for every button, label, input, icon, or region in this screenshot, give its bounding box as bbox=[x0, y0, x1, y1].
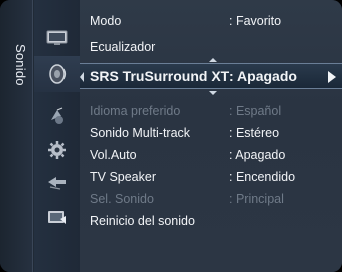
menu-item-label: Sonido Multi-track bbox=[90, 126, 191, 140]
menu-icon-column bbox=[34, 0, 80, 272]
menu-item-value: : Encendido bbox=[229, 170, 296, 184]
menu-item-label: Vol.Auto bbox=[90, 148, 137, 162]
menu-item-reinicio-del-sonido[interactable]: Reinicio del sonido bbox=[80, 210, 342, 232]
category-label: Sonido bbox=[13, 44, 28, 86]
menu-item-label: Idioma preferido bbox=[90, 104, 181, 118]
input-menu-button[interactable] bbox=[34, 164, 80, 200]
picture-menu-button[interactable] bbox=[34, 20, 80, 56]
menu-item-modo[interactable]: Modo : Favorito bbox=[80, 10, 342, 32]
scroll-down-icon bbox=[209, 91, 217, 95]
menu-item-value: : Estéreo bbox=[229, 126, 280, 140]
menu-item-sonido-multitrack[interactable]: Sonido Multi-track : Estéreo bbox=[80, 122, 342, 144]
channel-icon bbox=[47, 106, 67, 126]
osd-menu-window: Sonido Modo: Favorito Ecualizador SRS T… bbox=[0, 0, 342, 272]
menu-item-label: Ecualizador bbox=[90, 40, 156, 54]
menu-item-tv-speaker[interactable]: TV Speaker : Encendido bbox=[80, 166, 342, 188]
application-menu-button[interactable] bbox=[34, 200, 80, 236]
scroll-up-icon bbox=[209, 58, 217, 62]
menu-item-label: TV Speaker bbox=[90, 170, 157, 184]
menu-item-value: : Español bbox=[229, 104, 282, 118]
menu-item-value: : Apagado bbox=[229, 148, 286, 162]
arrow-right-icon[interactable] bbox=[328, 71, 336, 83]
menu-item-sel-sonido: Sel. Sonido : Principal bbox=[80, 188, 342, 210]
selection-left-icon bbox=[80, 72, 84, 82]
picture-icon bbox=[46, 30, 68, 46]
menu-item-value: : Favorito bbox=[229, 14, 282, 28]
menu-item-value: : Apagado bbox=[229, 68, 297, 84]
sound-icon bbox=[46, 63, 68, 85]
menu-item-vol-auto[interactable]: Vol.Auto : Apagado bbox=[80, 144, 342, 166]
menu-item-label: Sel. Sonido bbox=[90, 192, 154, 206]
sound-settings-list: Modo : Favorito Ecualizador SRS TruSurro… bbox=[80, 0, 342, 272]
menu-item-value: : Principal bbox=[229, 192, 284, 206]
menu-item-label: Modo bbox=[90, 14, 122, 28]
sound-menu-button[interactable] bbox=[34, 56, 80, 92]
category-tab: Sonido bbox=[0, 0, 33, 272]
menu-item-label: Reinicio del sonido bbox=[90, 214, 195, 228]
input-icon bbox=[46, 174, 68, 190]
menu-item-idioma-preferido: Idioma preferido : Español bbox=[80, 100, 342, 122]
setup-menu-button[interactable] bbox=[34, 132, 80, 168]
application-icon bbox=[46, 209, 68, 227]
menu-item-srs-trusurround[interactable]: SRS TruSurround XT : Apagado bbox=[80, 63, 342, 89]
menu-item-label: SRS TruSurround XT bbox=[90, 68, 230, 84]
gear-icon bbox=[47, 140, 67, 160]
menu-item-ecualizador[interactable]: Ecualizador bbox=[80, 36, 342, 58]
channel-menu-button[interactable] bbox=[34, 98, 80, 134]
